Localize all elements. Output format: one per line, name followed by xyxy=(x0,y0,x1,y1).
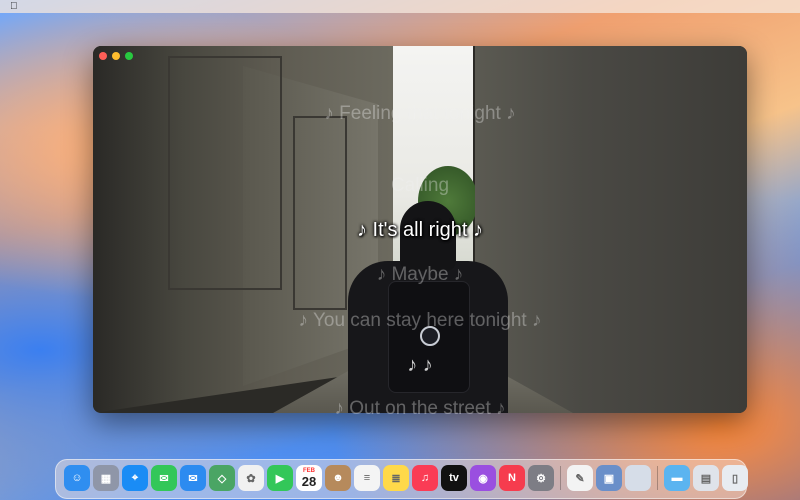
messages-icon[interactable]: ✉ xyxy=(151,465,177,491)
archive-icon[interactable]: ▤ xyxy=(693,465,719,491)
system-settings-icon[interactable]: ⚙ xyxy=(528,465,554,491)
lyric-line: ♪ Feeling that tonight ♪ xyxy=(324,103,516,124)
mail-icon[interactable]: ✉ xyxy=(180,465,206,491)
safari-icon[interactable]: ⌖ xyxy=(122,465,148,491)
folder-icon[interactable]: ▬ xyxy=(664,465,690,491)
calendar-day: 28 xyxy=(301,473,317,489)
lyric-line: ♪ Maybe ♪ xyxy=(376,264,464,285)
minimize-button[interactable] xyxy=(112,52,120,60)
apple-icon[interactable]:  xyxy=(10,0,18,13)
traffic-lights xyxy=(99,52,133,60)
lyric-line: ♪ ♪ xyxy=(407,354,433,376)
music-icon[interactable]: ♫ xyxy=(412,465,438,491)
current-lyric-line: ♪ It's all right ♪ xyxy=(356,219,484,241)
lyric-line: Calling xyxy=(390,175,450,196)
maps-icon[interactable]: ◇ xyxy=(209,465,235,491)
notes-icon[interactable]: ≣ xyxy=(383,465,409,491)
dock-separator xyxy=(657,466,658,490)
podcasts-icon[interactable]: ◉ xyxy=(470,465,496,491)
trash-icon[interactable]: ▯ xyxy=(722,465,748,491)
zoom-button[interactable] xyxy=(125,52,133,60)
menu-bar:  xyxy=(0,0,800,13)
dock-icons: ☺ ▦ ⌖ ✉ ✉ ◇ ✿ ▶ FEB 28 ☻ ≡ ≣ ♫ tv ◉ N ⚙ ✎ ▣ ▬ ▤ ▯ xyxy=(64,465,748,491)
dock-separator xyxy=(560,466,561,490)
lyric-line: ♪ Out on the street ♪ xyxy=(334,398,506,419)
close-button[interactable] xyxy=(99,52,107,60)
calendar-icon[interactable]: FEB 28 xyxy=(296,465,322,491)
finder-icon[interactable]: ☺ xyxy=(64,465,90,491)
wall-panel xyxy=(168,56,282,290)
lyric-line: ♪ You can stay here tonight ♪ xyxy=(298,310,542,331)
blank-window-icon[interactable] xyxy=(625,465,651,491)
facetime-icon[interactable]: ▶ xyxy=(267,465,293,491)
reminders-icon[interactable]: ≡ xyxy=(354,465,380,491)
tv-icon[interactable]: tv xyxy=(441,465,467,491)
dock: ☺ ▦ ⌖ ✉ ✉ ◇ ✿ ▶ FEB 28 ☻ ≡ ≣ ♫ tv ◉ N ⚙ ✎ ▣ ▬ ▤ ▯ xyxy=(55,459,748,499)
launchpad-icon[interactable]: ▦ xyxy=(93,465,119,491)
photos-icon[interactable]: ✿ xyxy=(238,465,264,491)
preview-icon[interactable]: ▣ xyxy=(596,465,622,491)
news-icon[interactable]: N xyxy=(499,465,525,491)
freeform-icon[interactable]: ✎ xyxy=(567,465,593,491)
contacts-icon[interactable]: ☻ xyxy=(325,465,351,491)
